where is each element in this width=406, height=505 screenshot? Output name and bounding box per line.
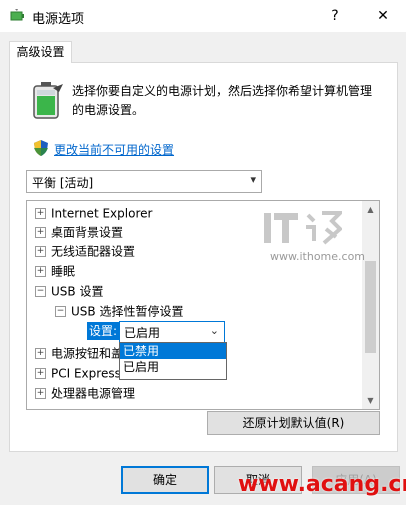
- ithome-logo: [264, 211, 342, 245]
- expand-icon[interactable]: +: [35, 266, 46, 277]
- power-plan-value: 平衡 [活动]: [32, 176, 94, 190]
- expand-icon[interactable]: +: [35, 246, 46, 257]
- title-bar: 电源选项 ? ✕: [0, 0, 406, 32]
- dropdown-option-enabled[interactable]: 已启用: [120, 359, 226, 375]
- uac-shield-icon: [34, 140, 48, 156]
- dropdown-option-disabled[interactable]: 已禁用: [120, 343, 226, 359]
- tree-item[interactable]: + 电源按钮和盖: [35, 343, 123, 363]
- window-title: 电源选项: [32, 12, 85, 27]
- scroll-thumb[interactable]: [365, 261, 376, 353]
- tree-item[interactable]: − USB 设置: [35, 281, 103, 301]
- tree-item[interactable]: − USB 选择性暂停设置: [55, 301, 183, 321]
- tab-advanced-settings[interactable]: 高级设置: [9, 41, 72, 63]
- tree-item[interactable]: + PCI Express: [35, 363, 121, 383]
- restore-defaults-button[interactable]: 还原计划默认值(R): [207, 411, 380, 435]
- collapse-icon[interactable]: −: [35, 286, 46, 297]
- scroll-up-icon[interactable]: ▲: [362, 201, 379, 218]
- tree-item[interactable]: + Internet Explorer: [35, 203, 152, 223]
- intro-text: 选择你要自定义的电源计划，然后选择你希望计算机管理的电源设置。: [72, 84, 373, 117]
- close-button[interactable]: ✕: [360, 0, 406, 32]
- ok-button[interactable]: 确定: [121, 466, 209, 494]
- tree-item[interactable]: + 桌面背景设置: [35, 222, 123, 242]
- help-button[interactable]: ?: [312, 0, 358, 32]
- tree-item-label: USB 选择性暂停设置: [71, 304, 184, 319]
- tree-item[interactable]: + 处理器电源管理: [35, 383, 135, 403]
- tree-item-label: Internet Explorer: [51, 206, 153, 221]
- setting-dropdown-list[interactable]: 已禁用 已启用: [119, 342, 227, 380]
- setting-value: 已启用: [124, 326, 161, 340]
- change-unavailable-settings-link[interactable]: 更改当前不可用的设置: [54, 141, 174, 158]
- tree-item-label: 电源按钮和盖: [51, 346, 124, 361]
- tree-item-label: 无线适配器设置: [51, 244, 136, 259]
- battery-icon: [33, 82, 63, 119]
- power-options-icon: [10, 9, 24, 21]
- expand-icon[interactable]: +: [35, 388, 46, 399]
- tree-item-label: 处理器电源管理: [51, 386, 136, 401]
- tree-item-label: 睡眠: [51, 264, 76, 279]
- tree-item-label: USB 设置: [51, 284, 104, 299]
- expand-icon[interactable]: +: [35, 348, 46, 359]
- collapse-icon[interactable]: −: [55, 306, 66, 317]
- acang-watermark: www.acang.cn: [238, 472, 406, 497]
- power-plan-select[interactable]: 平衡 [活动] ▾: [26, 170, 262, 193]
- tree-item[interactable]: + 睡眠: [35, 261, 75, 281]
- ithome-site-watermark: www.ithome.com: [270, 250, 366, 263]
- tree-scrollbar[interactable]: ▲ ▼: [362, 201, 379, 409]
- setting-label: 设置:: [87, 322, 120, 340]
- tree-item-label: 桌面背景设置: [51, 225, 124, 240]
- chevron-down-icon: ▾: [250, 173, 256, 186]
- chevron-down-icon: ⌄: [209, 324, 219, 337]
- expand-icon[interactable]: +: [35, 227, 46, 238]
- setting-value-select[interactable]: 已启用 ⌄: [119, 321, 225, 343]
- tree-item[interactable]: + 无线适配器设置: [35, 241, 135, 261]
- scroll-down-icon[interactable]: ▼: [362, 392, 379, 409]
- expand-icon[interactable]: +: [35, 208, 46, 219]
- tree-item-label: PCI Express: [51, 366, 121, 381]
- expand-icon[interactable]: +: [35, 368, 46, 379]
